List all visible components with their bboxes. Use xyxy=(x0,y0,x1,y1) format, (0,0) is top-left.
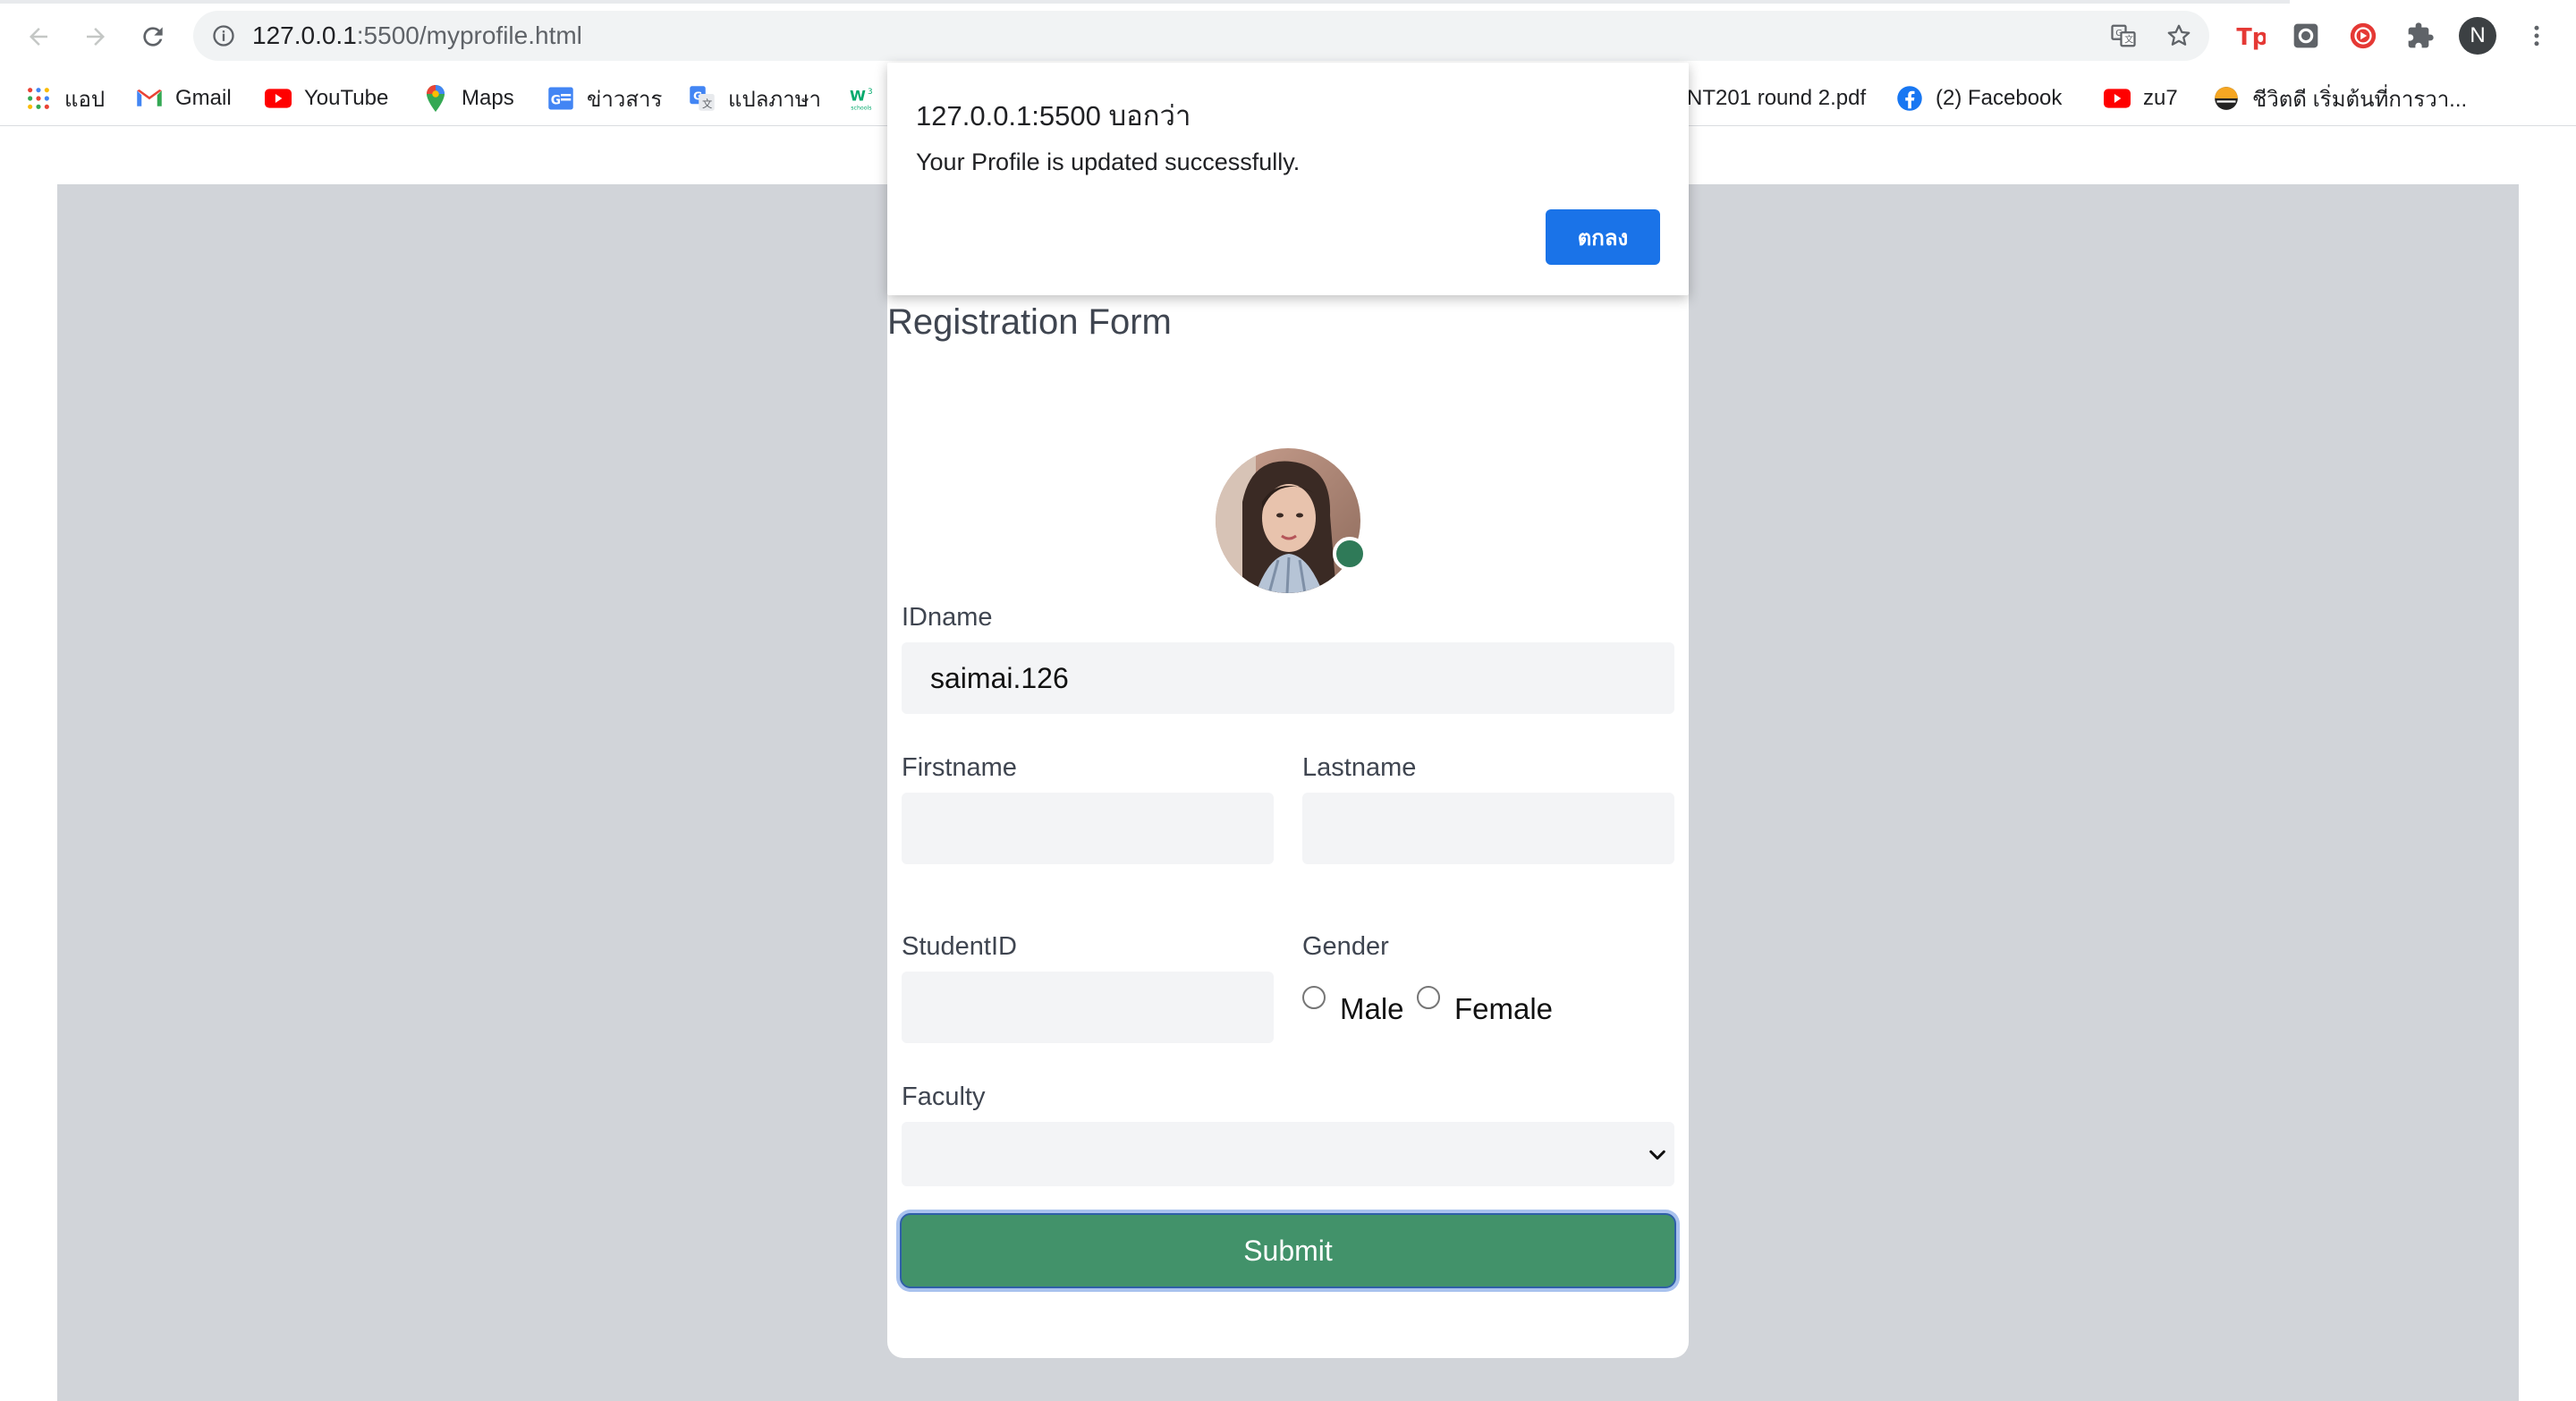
gender-label: Gender xyxy=(1302,932,1389,961)
gender-male-radio[interactable] xyxy=(1302,986,1326,1009)
site-icon xyxy=(2213,85,2240,112)
maps-icon xyxy=(422,85,449,112)
bookmark-label: ชีวิตดี เริ่มต้นที่การวา... xyxy=(2252,87,2468,112)
tp-extension-icon[interactable]: Tp xyxy=(2233,18,2268,54)
o-extension-icon[interactable] xyxy=(2288,18,2324,54)
svg-text:schools: schools xyxy=(851,106,871,112)
gender-male-label[interactable]: Male xyxy=(1340,992,1404,1026)
idname-label: IDname xyxy=(902,603,993,632)
address-bar[interactable]: 127.0.0.1:5500/myprofile.html G文 xyxy=(193,11,2209,61)
gender-female-radio[interactable] xyxy=(1417,986,1440,1009)
bookmark-label: (2) Facebook xyxy=(1936,86,2063,110)
svg-text:文: 文 xyxy=(2124,34,2133,46)
facebook-icon xyxy=(1896,85,1923,112)
bookmark-w3schools[interactable]: W 3 schools xyxy=(850,84,889,113)
dialog-ok-button[interactable]: ตกลง xyxy=(1546,209,1660,265)
bookmark-news[interactable]: G ข่าวสาร xyxy=(547,84,662,113)
youtube-icon xyxy=(265,85,292,112)
bookmark-label: แอป xyxy=(64,87,106,112)
studentid-input[interactable] xyxy=(902,972,1274,1043)
svg-text:3: 3 xyxy=(868,88,873,97)
dialog-ok-label: ตกลง xyxy=(1577,225,1629,250)
translate-icon: G文 xyxy=(689,85,716,112)
bookmark-facebook[interactable]: (2) Facebook xyxy=(1896,84,2062,113)
online-status-dot xyxy=(1333,537,1367,571)
bookmark-label: YouTube xyxy=(304,86,389,110)
bookmark-star-icon[interactable] xyxy=(2165,21,2193,50)
studentid-label: StudentID xyxy=(902,932,1017,961)
chrome-menu-icon[interactable] xyxy=(2519,18,2555,54)
bookmark-gmail[interactable]: Gmail xyxy=(136,84,232,113)
bookmark-label: NT201 round 2.pdf xyxy=(1687,86,1867,110)
bookmark-label: zu7 xyxy=(2143,86,2178,110)
bookmark-maps[interactable]: Maps xyxy=(422,84,514,113)
bookmark-translate[interactable]: G文 แปลภาษา xyxy=(689,84,821,113)
submit-label: Submit xyxy=(1243,1234,1333,1267)
lastname-label: Lastname xyxy=(1302,753,1417,782)
bookmark-label: ข่าวสาร xyxy=(587,87,663,112)
info-icon[interactable] xyxy=(211,23,236,48)
apps-grid-icon xyxy=(25,85,52,112)
idname-input[interactable] xyxy=(902,642,1674,714)
firstname-input[interactable] xyxy=(902,793,1274,864)
faculty-select[interactable] xyxy=(902,1122,1674,1186)
chevron-down-icon xyxy=(1649,1150,1665,1160)
w3schools-icon: W 3 schools xyxy=(850,85,877,112)
svg-text:文: 文 xyxy=(702,98,712,110)
url-text[interactable]: 127.0.0.1:5500/myprofile.html xyxy=(252,21,582,50)
bookmark-label: แปลภาษา xyxy=(728,87,822,112)
record-extension-icon[interactable] xyxy=(2345,18,2381,54)
profile-avatar[interactable]: N xyxy=(2459,17,2496,55)
bookmark-pdf[interactable]: NT201 round 2.pdf xyxy=(1687,84,1866,113)
translate-page-icon[interactable]: G文 xyxy=(2109,21,2138,50)
bookmark-youtube[interactable]: YouTube xyxy=(265,84,388,113)
gmail-icon xyxy=(136,85,163,112)
faculty-label: Faculty xyxy=(902,1083,986,1111)
firstname-label: Firstname xyxy=(902,753,1017,782)
bookmark-apps[interactable]: แอป xyxy=(25,84,105,113)
loading-bar xyxy=(0,0,2290,4)
profile-picture[interactable] xyxy=(1216,448,1360,593)
profile-photo-image xyxy=(1216,448,1360,593)
gender-female-label[interactable]: Female xyxy=(1454,992,1553,1026)
svg-text:Tp: Tp xyxy=(2236,24,2266,51)
profile-initial: N xyxy=(2470,23,2486,47)
submit-button[interactable]: Submit xyxy=(900,1213,1676,1288)
dialog-message: Your Profile is updated successfully. xyxy=(916,149,1301,175)
bookmark-site[interactable]: ชีวิตดี เริ่มต้นที่การวา... xyxy=(2213,84,2467,113)
bookmark-zu7[interactable]: zu7 xyxy=(2104,84,2178,113)
back-button[interactable] xyxy=(18,16,59,57)
bookmark-label: Gmail xyxy=(175,86,232,110)
alert-dialog: 127.0.0.1:5500 บอกว่า Your Profile is up… xyxy=(887,63,1689,295)
arrow-right-icon xyxy=(87,28,105,46)
reload-button[interactable] xyxy=(132,16,174,57)
arrow-left-icon xyxy=(30,28,47,46)
reload-icon xyxy=(143,27,163,47)
forward-button[interactable] xyxy=(75,16,116,57)
form-title: Registration Form xyxy=(887,302,1172,342)
svg-text:G: G xyxy=(551,93,561,107)
lastname-input[interactable] xyxy=(1302,793,1674,864)
youtube-icon xyxy=(2104,85,2131,112)
browser-toolbar: 127.0.0.1:5500/myprofile.html G文 Tp N xyxy=(0,0,2576,72)
extensions-puzzle-icon[interactable] xyxy=(2402,18,2438,54)
news-icon: G xyxy=(547,85,574,112)
svg-text:W: W xyxy=(850,88,866,105)
bookmark-label: Maps xyxy=(462,86,514,110)
dialog-title: 127.0.0.1:5500 บอกว่า xyxy=(916,100,1191,132)
